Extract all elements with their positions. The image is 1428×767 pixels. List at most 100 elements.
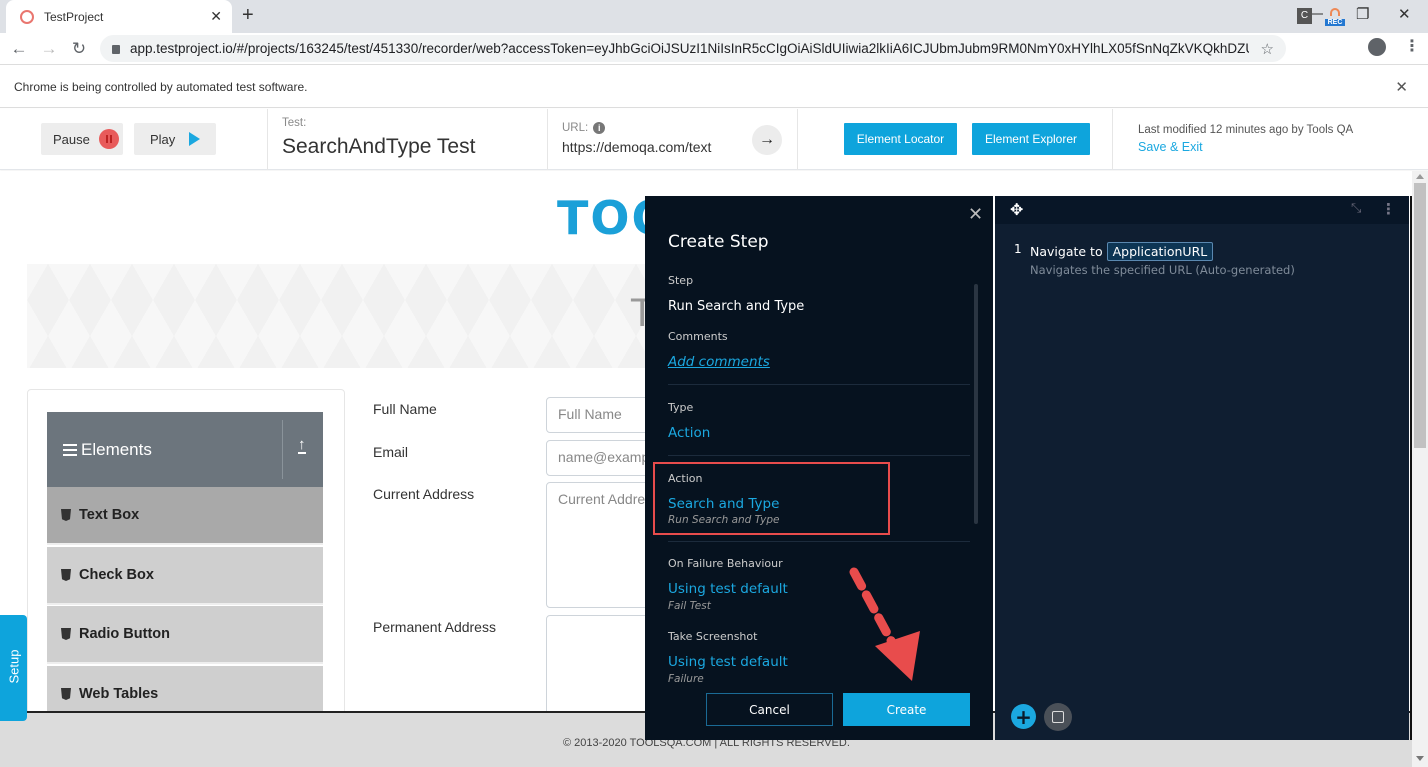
type-select[interactable]: Action (668, 425, 710, 441)
setup-tab[interactable]: Setup (0, 615, 27, 721)
failure-behaviour-sub: Fail Test (668, 600, 711, 612)
pause-icon (98, 129, 119, 149)
maximize-icon[interactable]: ❐ (1356, 5, 1369, 23)
navigate-arrow-button[interactable]: → (752, 125, 782, 155)
tab-title: TestProject (44, 9, 104, 24)
profile-avatar-icon[interactable] (1368, 38, 1386, 56)
step-action: Navigate to (1030, 244, 1103, 259)
panel-edge (1410, 196, 1412, 740)
scroll-up-icon[interactable] (1416, 174, 1424, 179)
browser-menu-icon[interactable]: ⋮ (1404, 36, 1420, 56)
comments-label: Comments (668, 330, 728, 343)
action-label: Action (668, 472, 703, 485)
test-name: SearchAndType Test (282, 135, 476, 158)
play-icon (189, 132, 201, 146)
step-description: Navigates the specified URL (Auto-genera… (1030, 263, 1295, 277)
create-step-dialog: ✕ Create Step Step Run Search and Type C… (645, 196, 993, 740)
step-parameter[interactable]: ApplicationURL (1106, 242, 1214, 261)
browser-toolbar: ← → ↻ app.testproject.io/#/projects/1632… (0, 33, 1428, 65)
divider (1112, 109, 1113, 170)
element-locator-button[interactable]: Element Locator (844, 123, 957, 155)
scrollbar-thumb[interactable] (1414, 183, 1426, 448)
html5-icon (61, 569, 71, 581)
steps-menu-icon[interactable]: ⋮ (1381, 200, 1396, 218)
take-screenshot-sub: Failure (668, 673, 704, 685)
divider (797, 109, 798, 170)
step-number: 1 (1014, 242, 1022, 256)
close-tab-icon[interactable]: ✕ (210, 8, 222, 25)
hamburger-icon (63, 441, 77, 459)
action-description: Run Search and Type (668, 514, 780, 526)
recorder-header: Pause Play Test: SearchAndType Test URL:… (0, 109, 1428, 170)
annotation-arrow-icon (849, 567, 920, 681)
html5-icon (61, 509, 71, 521)
play-button[interactable]: Play (134, 123, 216, 155)
steps-panel: ✥ ⤡ ⋮ 1 Navigate to ApplicationURL Navig… (995, 196, 1409, 740)
create-button[interactable]: Create (843, 693, 970, 726)
extension-c-icon[interactable]: C (1297, 8, 1312, 24)
banner (27, 264, 667, 368)
validation-button[interactable] (1044, 703, 1072, 731)
automation-infobar: Chrome is being controlled by automated … (0, 66, 1428, 108)
divider (267, 109, 268, 170)
divider (668, 541, 970, 542)
menu-item-check-box[interactable]: Check Box (47, 547, 323, 605)
back-icon[interactable]: ← (4, 39, 34, 59)
new-tab-button[interactable]: + (242, 4, 254, 27)
add-step-button[interactable]: + (1011, 704, 1036, 729)
reload-icon[interactable]: ↻ (64, 39, 94, 59)
collapse-icon[interactable]: ⤡ (1351, 201, 1361, 216)
browser-tabstrip: TestProject ✕ + — ❐ ✕ (0, 0, 1428, 33)
test-label: Test: (282, 117, 307, 129)
browser-tab[interactable]: TestProject ✕ (6, 0, 232, 33)
element-explorer-button[interactable]: Element Explorer (972, 123, 1090, 155)
collapse-up-icon[interactable]: ↑ (298, 437, 306, 454)
bookmark-star-icon[interactable]: ☆ (1261, 40, 1274, 58)
failure-behaviour-label: On Failure Behaviour (668, 557, 783, 570)
divider (668, 384, 970, 385)
dialog-close-icon[interactable]: ✕ (968, 204, 983, 225)
infobar-text: Chrome is being controlled by automated … (14, 79, 308, 94)
html5-icon (61, 688, 71, 700)
dialog-title: Create Step (668, 232, 769, 252)
url-text[interactable]: app.testproject.io/#/projects/163245/tes… (130, 41, 1249, 56)
forward-icon[interactable]: → (34, 39, 64, 59)
dialog-scrollbar[interactable] (974, 284, 978, 524)
address-bar[interactable]: app.testproject.io/#/projects/163245/tes… (100, 35, 1286, 62)
divider (668, 455, 970, 456)
html5-icon (61, 628, 71, 640)
menu-item-text-box[interactable]: Text Box (47, 487, 323, 545)
step-label: Step (668, 274, 694, 287)
scroll-down-icon[interactable] (1416, 756, 1424, 761)
testproject-favicon-icon (20, 9, 34, 24)
last-modified-text: Last modified 12 minutes ago by Tools QA (1138, 124, 1354, 136)
add-comments-link[interactable]: Add comments (668, 354, 770, 370)
url-value: https://demoqa.com/text (562, 139, 712, 155)
save-exit-link[interactable]: Save & Exit (1138, 140, 1203, 154)
page-scrollbar[interactable] (1412, 171, 1428, 767)
take-screenshot-label: Take Screenshot (668, 630, 758, 643)
move-icon[interactable]: ✥ (1010, 200, 1023, 219)
take-screenshot-select[interactable]: Using test default (668, 654, 788, 670)
recorder-extension-icon[interactable]: REC (1325, 8, 1345, 26)
window-close-icon[interactable]: ✕ (1398, 5, 1411, 23)
full-name-label: Full Name (373, 401, 437, 417)
menu-item-radio-button[interactable]: Radio Button (47, 606, 323, 664)
failure-behaviour-select[interactable]: Using test default (668, 581, 788, 597)
elements-group-header[interactable]: Elements ↑ (47, 412, 323, 487)
action-select[interactable]: Search and Type (668, 496, 779, 512)
pause-button[interactable]: Pause (41, 123, 123, 155)
menu-item-web-tables[interactable]: Web Tables (47, 666, 323, 711)
info-icon[interactable]: i (593, 122, 606, 134)
lock-icon (112, 45, 120, 54)
step-name-field[interactable]: Run Search and Type (668, 299, 804, 314)
url-label: URL: i (562, 122, 606, 134)
cancel-button[interactable]: Cancel (706, 693, 833, 726)
infobar-close-icon[interactable]: ✕ (1395, 78, 1408, 96)
steps-panel-header: ✥ ⤡ ⋮ (995, 196, 1409, 224)
type-label: Type (668, 401, 694, 414)
permanent-address-label: Permanent Address (373, 619, 496, 635)
email-label: Email (373, 444, 409, 460)
divider (547, 109, 548, 170)
checkbox-icon (1052, 711, 1064, 723)
